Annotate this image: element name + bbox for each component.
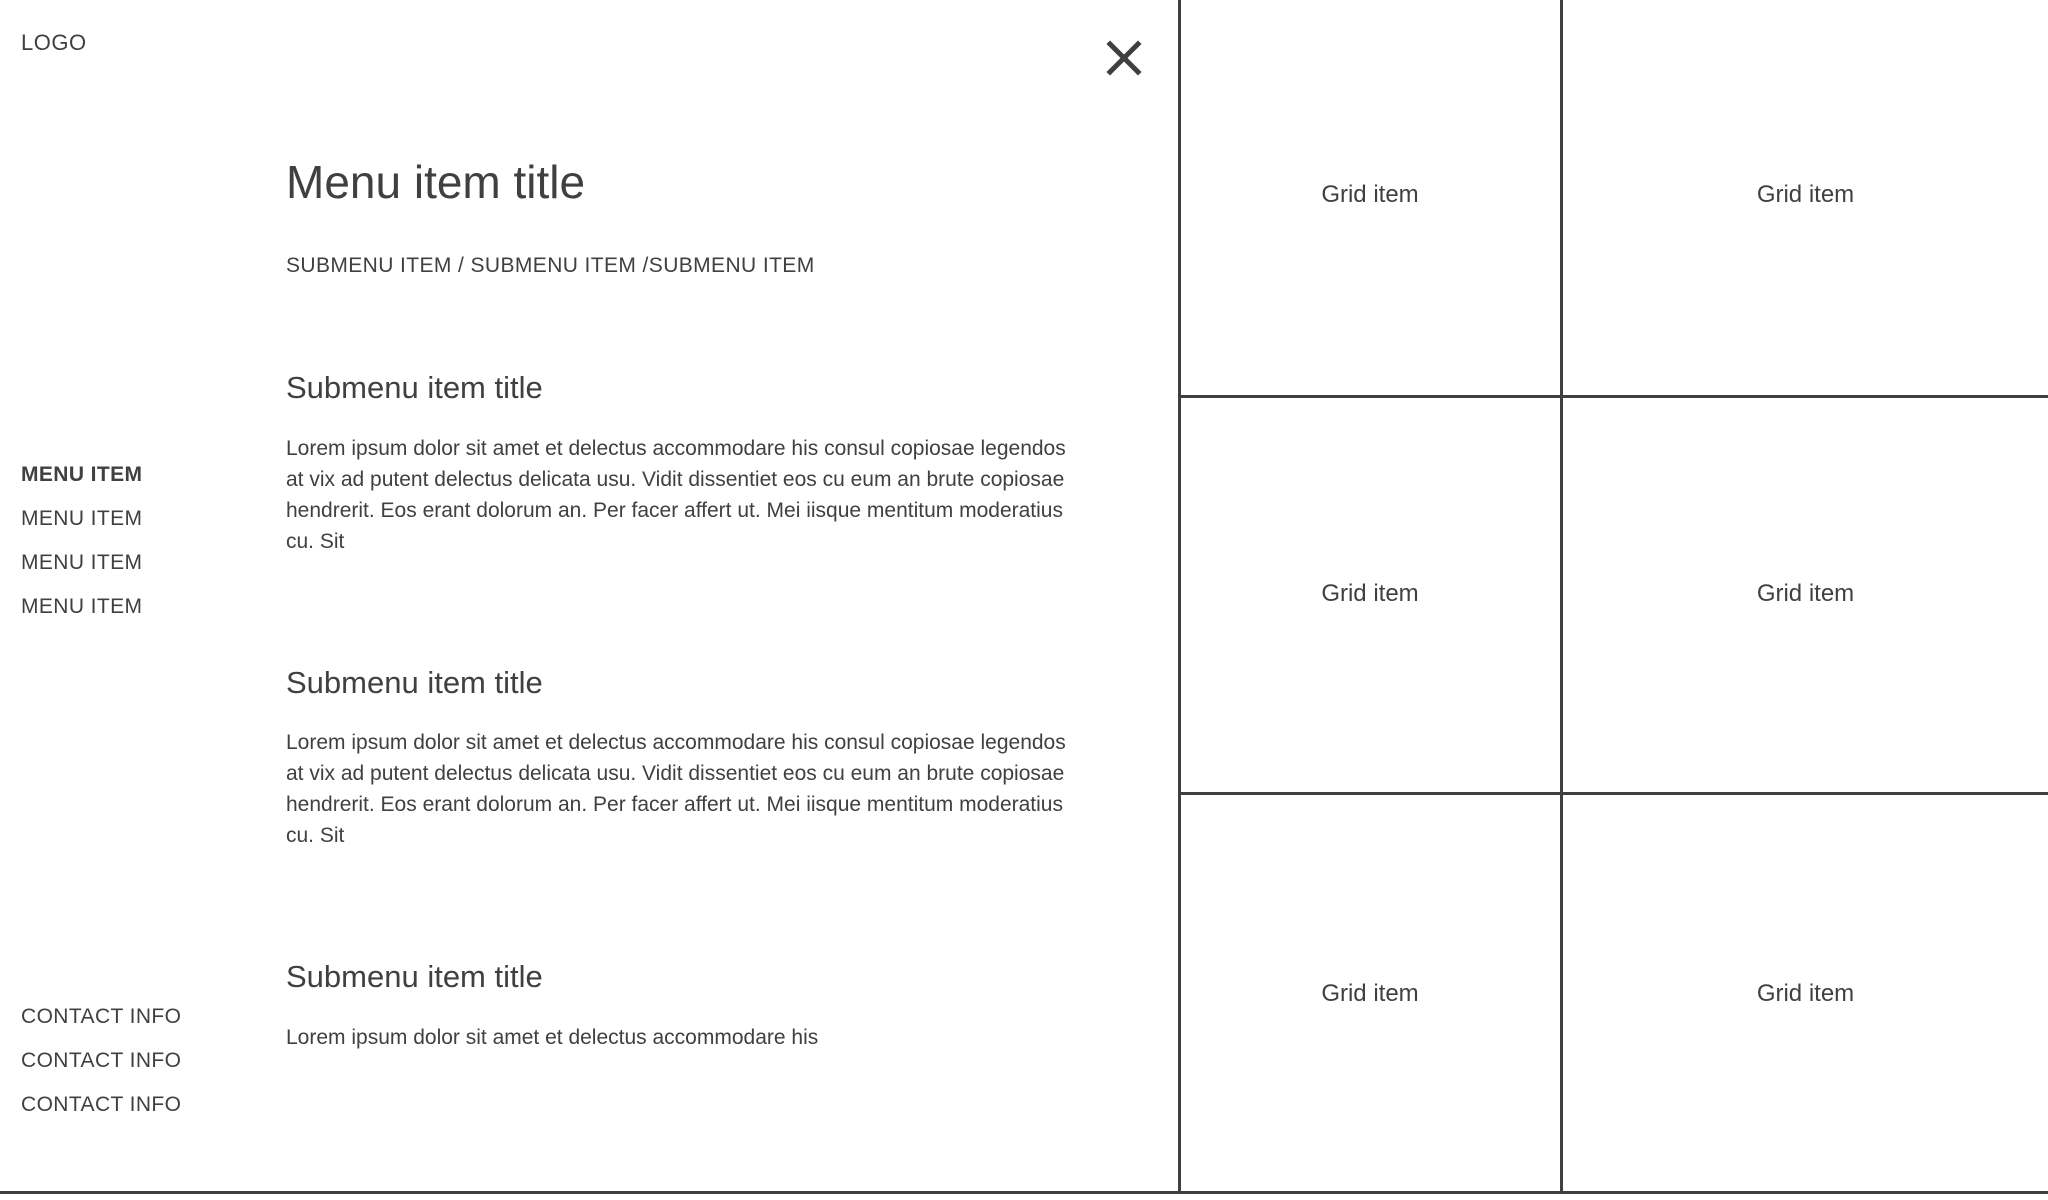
grid-panel: Grid item Grid item Grid item Grid item … <box>1180 0 2048 1192</box>
submenu-section-title-3: Submenu item title <box>286 959 543 995</box>
submenu-section-1: Submenu item title Lorem ipsum dolor sit… <box>286 372 1096 557</box>
content-column: Menu item title SUBMENU ITEM / SUBMENU I… <box>286 0 1096 1053</box>
left-panel: LOGO MENU ITEM MENU ITEM MENU ITEM MENU … <box>0 0 1180 1200</box>
sidebar-contact-info: CONTACT INFO CONTACT INFO CONTACT INFO <box>21 1006 261 1138</box>
grid-row: Grid item Grid item <box>1180 795 2048 1192</box>
grid-item[interactable]: Grid item <box>1180 795 1563 1192</box>
page-title: Menu item title <box>286 156 586 208</box>
grid-item[interactable]: Grid item <box>1563 395 2048 792</box>
grid-item-label: Grid item <box>1321 579 1419 607</box>
grid-item-label: Grid item <box>1756 979 1855 1007</box>
close-icon <box>1098 32 1150 84</box>
grid-item-label: Grid item <box>1756 181 1855 208</box>
sidebar-item-menu-3[interactable]: MENU ITEM <box>21 552 261 573</box>
submenu-section-body-2: Lorem ipsum dolor sit amet et delectus a… <box>286 731 1066 848</box>
close-button[interactable] <box>1098 32 1150 84</box>
submenu-section-2: Submenu item title Lorem ipsum dolor sit… <box>286 664 1096 852</box>
sidebar-item-menu-4[interactable]: MENU ITEM <box>21 596 261 617</box>
contact-info-item-1[interactable]: CONTACT INFO <box>21 1006 261 1027</box>
grid-item-label: Grid item <box>1756 579 1855 607</box>
sidebar-item-menu-1[interactable]: MENU ITEM <box>21 464 261 485</box>
grid-row: Grid item Grid item <box>1180 395 2048 795</box>
grid-item-label: Grid item <box>1321 181 1419 208</box>
bottom-rule <box>0 1191 2048 1194</box>
logo[interactable]: LOGO <box>21 32 87 54</box>
contact-info-item-3[interactable]: CONTACT INFO <box>21 1094 261 1115</box>
grid-item[interactable]: Grid item <box>1563 795 2048 1192</box>
grid-item-label: Grid item <box>1321 979 1419 1007</box>
contact-info-item-2[interactable]: CONTACT INFO <box>21 1050 261 1071</box>
submenu-section-title-2: Submenu item title <box>286 664 543 700</box>
grid-row: Grid item Grid item <box>1180 0 2048 398</box>
submenu-section-title-1: Submenu item title <box>286 370 543 406</box>
sidebar-menu: MENU ITEM MENU ITEM MENU ITEM MENU ITEM <box>21 464 261 640</box>
grid-item[interactable]: Grid item <box>1180 395 1563 792</box>
sidebar-item-menu-2[interactable]: MENU ITEM <box>21 508 261 529</box>
grid-item[interactable]: Grid item <box>1563 0 2048 395</box>
submenu-section-body-1: Lorem ipsum dolor sit amet et delectus a… <box>286 436 1066 553</box>
breadcrumb[interactable]: SUBMENU ITEM / SUBMENU ITEM /SUBMENU ITE… <box>286 206 1096 276</box>
wireframe-page: LOGO MENU ITEM MENU ITEM MENU ITEM MENU … <box>0 0 2048 1200</box>
submenu-section-body-3: Lorem ipsum dolor sit amet et delectus a… <box>286 1025 819 1049</box>
grid-item[interactable]: Grid item <box>1180 0 1563 395</box>
submenu-section-3: Submenu item title Lorem ipsum dolor sit… <box>286 961 1096 1053</box>
